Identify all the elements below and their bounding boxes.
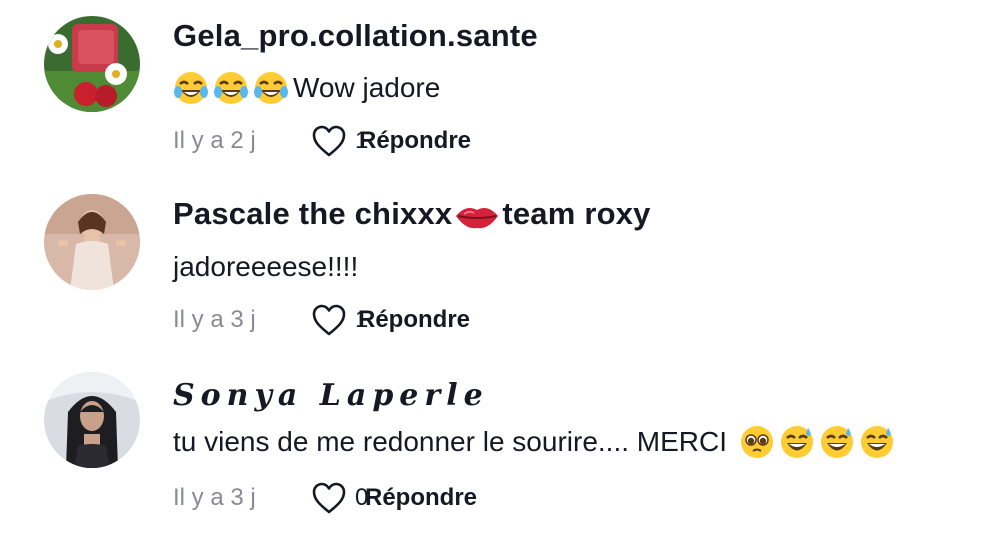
reply-button[interactable]: Répondre [358,306,470,334]
grinning-sweat-icon [779,424,815,460]
avatar[interactable] [44,16,140,112]
heart-outline-icon [312,482,346,514]
comment-text: jadoreeeese!!!! [173,251,358,283]
comment-text-body: Wow jadore [293,72,441,103]
avatar[interactable] [44,372,140,468]
username-text: team roxy [502,196,651,231]
heart-outline-icon [312,125,346,157]
comment-text: tu viens de me redonner le sourire.... M… [173,424,899,460]
avatar-image [44,372,140,468]
comment-username[interactable]: Gela_pro.collation.sante [173,18,538,54]
heart-outline-icon [312,304,346,336]
comment-timestamp: Il y a 3 j [173,484,256,511]
comment-text-body: tu viens de me redonner le sourire.... M… [173,426,728,457]
reply-button[interactable]: Répondre [359,127,471,155]
comment-meta: Il y a 2 j 1 Répondre [173,123,471,159]
avatar-image [44,194,140,290]
comment-timestamp: Il y a 2 j [173,127,256,154]
comment-text: Wow jadore [173,70,440,106]
reply-button[interactable]: Répondre [365,484,477,512]
comment-text-body: jadoreeeese!!!! [173,251,359,282]
grinning-sweat-icon [819,424,855,460]
avatar[interactable] [44,194,140,290]
pleading-face-icon [739,424,775,460]
comment-timestamp: Il y a 3 j [173,306,256,333]
comment-username[interactable]: 𝑺𝒐𝒏𝒚𝒂 𝑳𝒂𝒑𝒆𝒓𝒍𝒆 [173,378,489,413]
grinning-sweat-icon [859,424,895,460]
avatar-image [44,16,140,112]
lips-icon [454,201,500,231]
comment-meta: Il y a 3 j 1 Répondre [173,302,470,338]
comment-item: Pascale the chixxx team roxy jadoreeeese!… [0,178,992,358]
face-with-tears-of-joy-icon [173,70,209,106]
comment-username[interactable]: Pascale the chixxx team roxy [173,196,651,232]
comment-item: 𝑺𝒐𝒏𝒚𝒂 𝑳𝒂𝒑𝒆𝒓𝒍𝒆 tu viens de me redonner le… [0,356,992,536]
face-with-tears-of-joy-icon [253,70,289,106]
face-with-tears-of-joy-icon [213,70,249,106]
comment-item: Gela_pro.collation.sante Wow jadore Il y… [0,0,992,180]
comment-meta: Il y a 3 j 0 Répondre [173,480,477,516]
username-text: Pascale the chixxx [173,196,453,231]
